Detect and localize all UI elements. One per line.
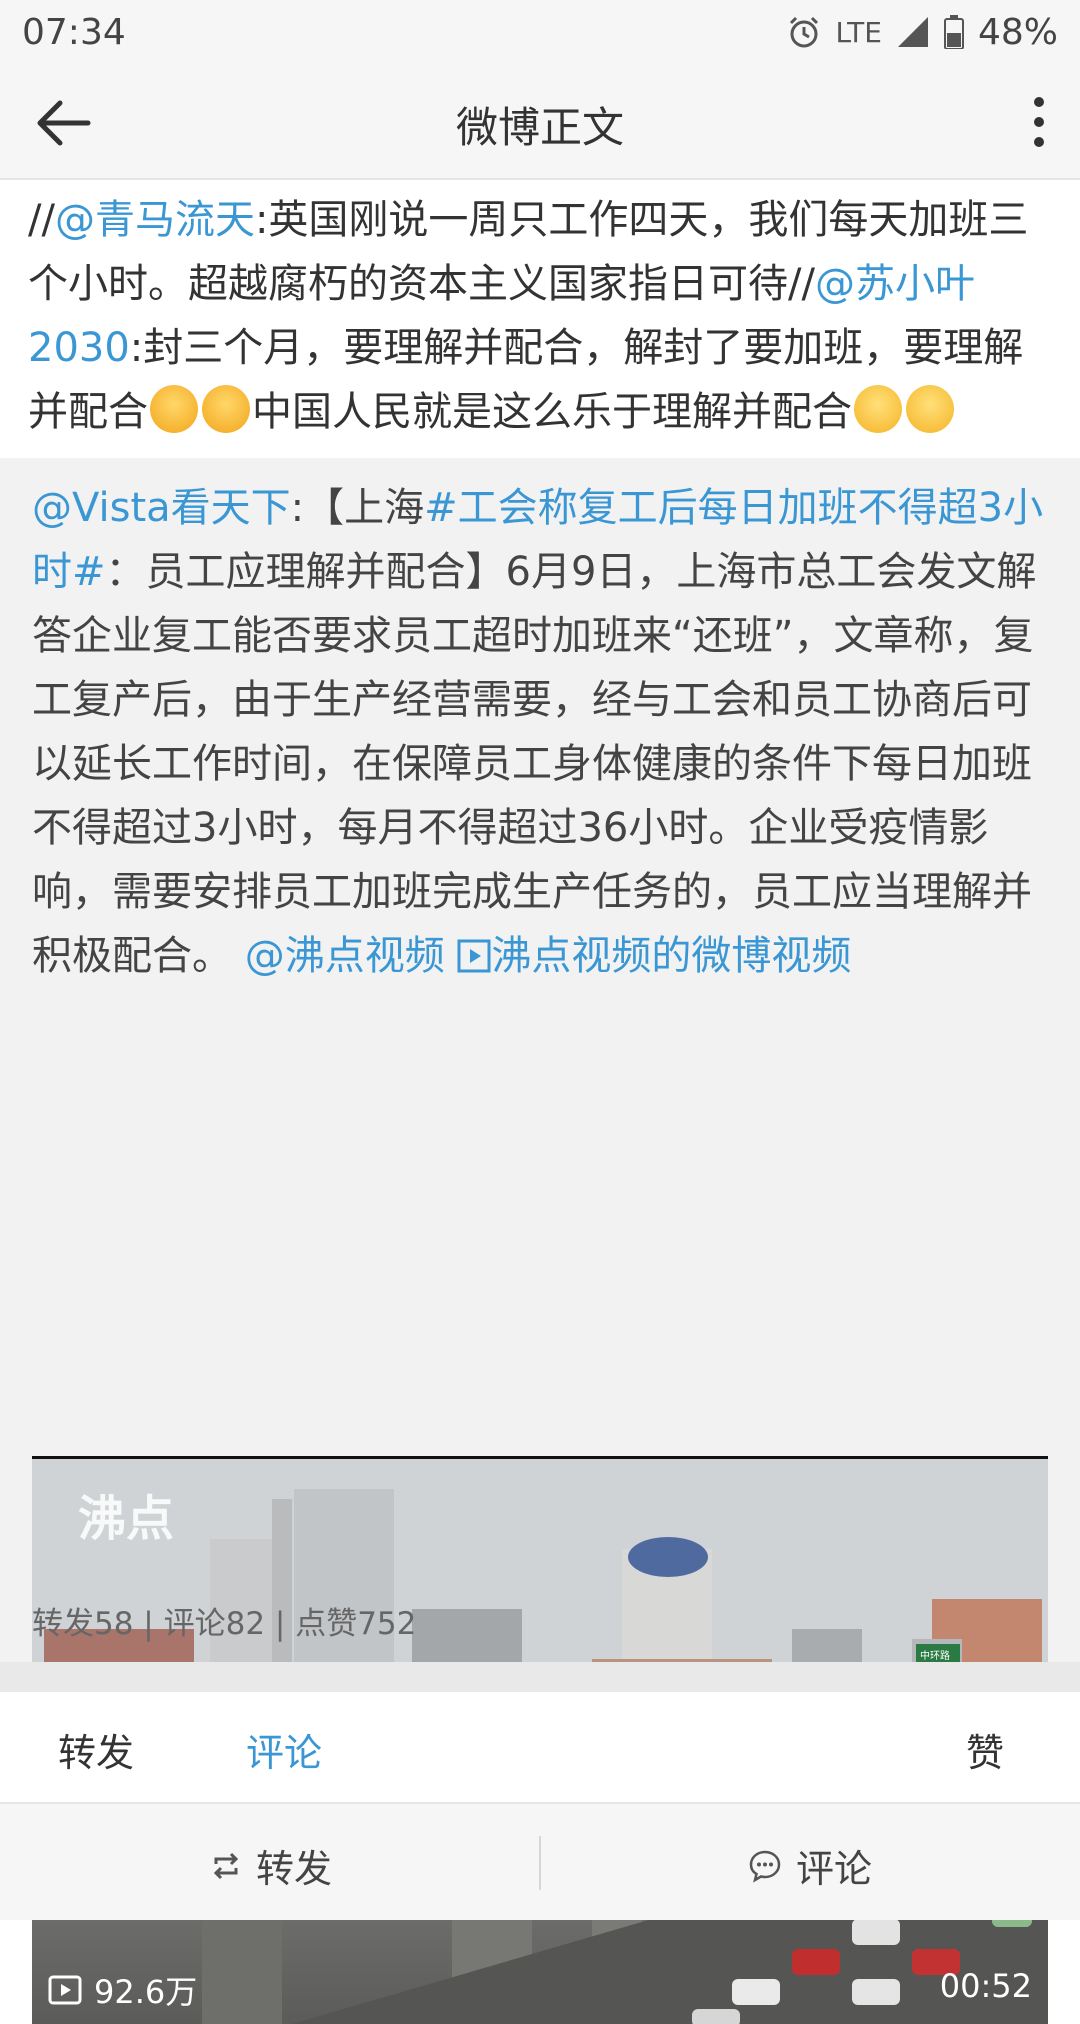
status-bar: 07:34 LTE 48% xyxy=(0,0,1080,64)
mention-original-user[interactable]: @Vista看天下 xyxy=(32,485,291,531)
emoji-smile-icon xyxy=(854,385,902,433)
original-stats: 转发58 | 评论82 | 点赞752 xyxy=(32,1606,417,1642)
bottom-action-bar: 转发 评论 xyxy=(0,1802,1080,1920)
emoji-hug-icon xyxy=(202,385,250,433)
repost-icon xyxy=(213,1852,239,1879)
original-bracket: 【上海 xyxy=(304,485,425,531)
play-count-value: 92.6万 xyxy=(94,1973,198,2011)
sign-text-1: 中环路 xyxy=(920,1651,950,1662)
repost-text: //@青马流天:英国刚说一周只工作四天，我们每天加班三个小时。超越腐朽的资本主义… xyxy=(28,188,1058,444)
battery-icon xyxy=(943,15,964,49)
comment-button-label: 评论 xyxy=(796,1847,873,1891)
bottom-bar-divider xyxy=(539,1836,541,1890)
original-text: @Vista看天下:【上海#工会称复工后每日加班不得超3小时#：员工应理解并配合… xyxy=(32,476,1052,988)
original-post[interactable]: @Vista看天下:【上海#工会称复工后每日加班不得超3小时#：员工应理解并配合… xyxy=(0,458,1080,2024)
network-label: LTE xyxy=(835,15,882,49)
play-count: 92.6万 xyxy=(48,1967,197,2013)
repost-button[interactable]: 转发 xyxy=(210,1838,332,1893)
alarm-icon xyxy=(790,16,819,48)
tab-bar: 转发 评论 赞 xyxy=(0,1692,1080,1802)
play-count-icon xyxy=(48,1975,82,2005)
page-title: 微博正文 xyxy=(455,103,624,152)
repost-prefix: // xyxy=(28,197,55,243)
original-body: ：员工应理解并配合】6月9日，上海市总工会发文解答企业复工能否要求员工超时加班来… xyxy=(32,549,1037,979)
section-divider xyxy=(0,1662,1080,1692)
emoji-hug-icon xyxy=(150,385,198,433)
video-link-label: 沸点视频的微博视频 xyxy=(491,933,852,979)
more-vertical-icon xyxy=(1034,97,1044,147)
repost-text-3: 中国人民就是这么乐于理解并配合 xyxy=(252,389,852,435)
status-time: 07:34 xyxy=(22,11,126,53)
comment-button[interactable]: 评论 xyxy=(748,1838,872,1893)
video-duration: 00:52 xyxy=(939,1967,1032,2005)
video-link[interactable]: 沸点视频的微博视频 xyxy=(457,933,851,979)
mention-user1[interactable]: @青马流天 xyxy=(55,197,255,243)
status-icons: LTE 48% xyxy=(787,12,1058,53)
tab-comment[interactable]: 评论 xyxy=(246,1722,322,1777)
emoji-smile-icon xyxy=(906,385,954,433)
battery-level: 48% xyxy=(977,11,1058,53)
comment-icon xyxy=(749,1850,781,1883)
original-colon: : xyxy=(290,485,305,531)
signal-icon xyxy=(897,17,928,47)
video-link-icon xyxy=(457,939,491,973)
tab-repost[interactable]: 转发 xyxy=(58,1722,134,1777)
mention-video-account[interactable]: @沸点视频 xyxy=(245,933,445,979)
more-button[interactable] xyxy=(1024,94,1054,150)
repost-button-label: 转发 xyxy=(256,1847,333,1891)
video-watermark: 沸点 xyxy=(78,1491,175,1547)
tab-like[interactable]: 赞 xyxy=(966,1722,1004,1777)
nav-bar: 微博正文 xyxy=(0,64,1080,180)
